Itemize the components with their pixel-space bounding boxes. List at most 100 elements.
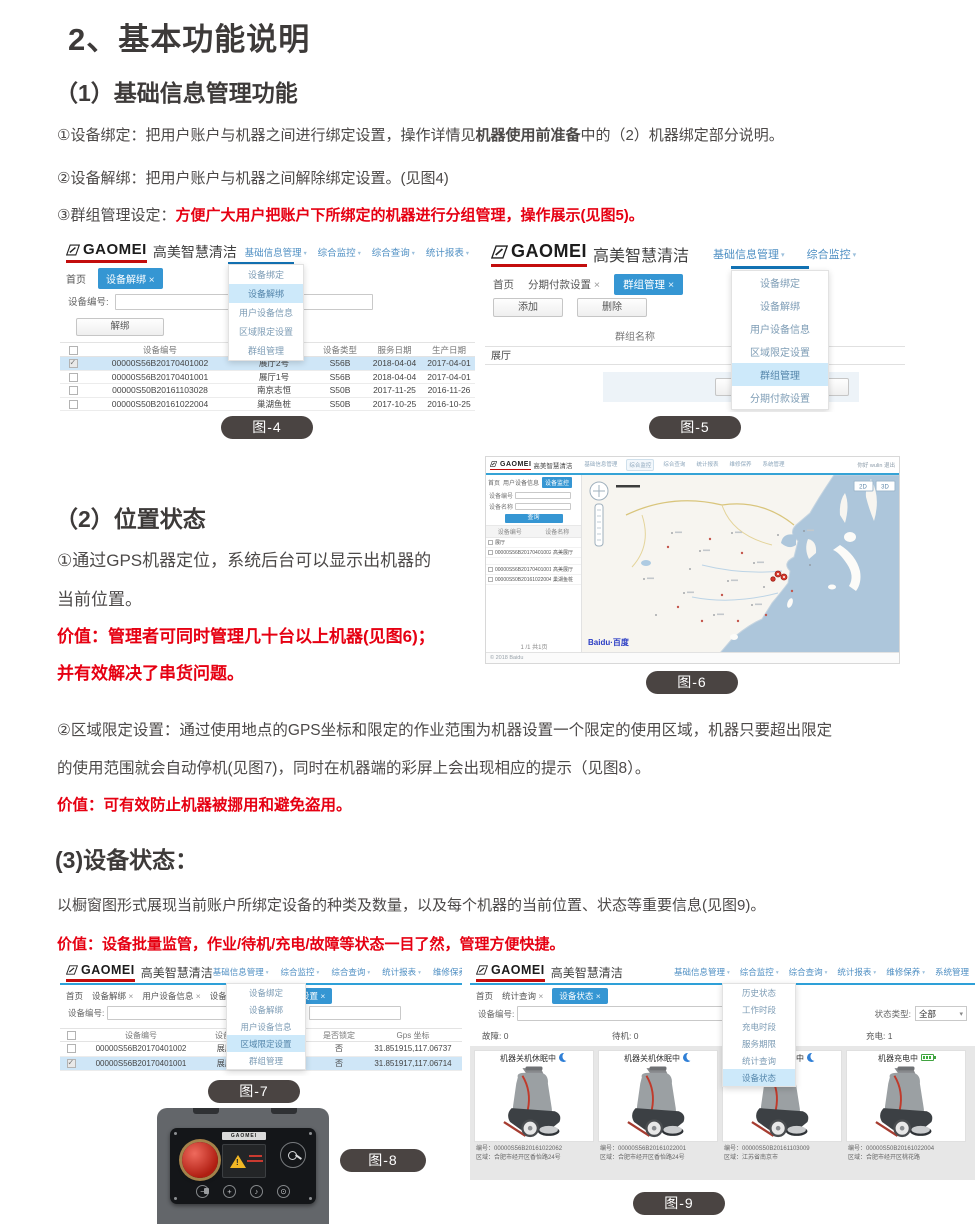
- plus-button[interactable]: [223, 1185, 236, 1198]
- group-row[interactable]: 展厅: [486, 538, 581, 548]
- nav-query[interactable]: 综合查询: [661, 459, 687, 471]
- menu-device-unbind[interactable]: 设备解绑: [227, 1001, 305, 1018]
- menu-device-unbind[interactable]: 设备解绑: [732, 294, 828, 317]
- tab-device-unbind[interactable]: 设备解绑: [98, 268, 163, 289]
- nav-basic-info[interactable]: 基础信息管理: [713, 246, 785, 262]
- tab-device-status[interactable]: 设备状态: [552, 988, 607, 1004]
- group-checkbox[interactable]: [488, 540, 493, 545]
- menu-history-status[interactable]: 历史状态: [723, 984, 795, 1001]
- search-button[interactable]: 查询: [505, 514, 563, 523]
- menu-service-term[interactable]: 服务期限: [723, 1035, 795, 1052]
- nav-basic-info[interactable]: 基础信息管理: [245, 245, 307, 259]
- status-type-select[interactable]: 全部: [915, 1006, 967, 1021]
- device-row[interactable]: 00000S50B20161022004巢湖鱼桩: [486, 575, 581, 585]
- nav-query[interactable]: 综合查询: [372, 245, 415, 259]
- power-button[interactable]: [277, 1185, 290, 1198]
- nav-basic-info[interactable]: 基础信息管理: [582, 459, 619, 471]
- menu-work-period[interactable]: 工作时段: [723, 1001, 795, 1018]
- col-locked: 是否锁定: [314, 1029, 364, 1042]
- menu-device-bind[interactable]: 设备绑定: [229, 265, 303, 284]
- nav-reports[interactable]: 统计报表: [382, 966, 421, 978]
- nav-monitoring[interactable]: 综合监控: [318, 245, 361, 259]
- map-canvas[interactable]: 2D 3D Baidu·百度: [582, 475, 900, 653]
- key-switch-button[interactable]: [280, 1142, 306, 1168]
- row-checkbox[interactable]: [488, 567, 493, 572]
- menu-charge-period[interactable]: 充电时段: [723, 1018, 795, 1035]
- menu-group-manage[interactable]: 群组管理: [732, 363, 828, 386]
- table-row[interactable]: 00000S50B20161022004巢湖鱼桩S50B2017-10-2520…: [60, 397, 475, 411]
- menu-device-bind[interactable]: 设备绑定: [732, 271, 828, 294]
- menu-user-device-info[interactable]: 用户设备信息: [229, 303, 303, 322]
- table-row[interactable]: 00000S56B20170401001展厅1号S56B2018-04-0420…: [60, 370, 475, 384]
- menu-group-manage[interactable]: 群组管理: [229, 341, 303, 360]
- row-checkbox[interactable]: [67, 1044, 76, 1053]
- row-checkbox[interactable]: [488, 550, 493, 555]
- delete-button[interactable]: 删除: [577, 298, 647, 317]
- tab-device-unbind[interactable]: 设备解绑: [92, 990, 133, 1002]
- horn-button[interactable]: [250, 1185, 263, 1198]
- unbind-button[interactable]: 解绑: [76, 318, 164, 336]
- tab-stat-query[interactable]: 统计查询: [502, 990, 543, 1002]
- select-all-checkbox[interactable]: [69, 346, 78, 355]
- row-checkbox[interactable]: [67, 1059, 76, 1068]
- device-row[interactable]: 00000S56B20170401002高美展厅: [486, 548, 581, 558]
- tab-home[interactable]: 首页: [488, 478, 500, 487]
- nav-maintenance[interactable]: 维修保养: [433, 966, 462, 978]
- menu-installment[interactable]: 分期付款设置: [732, 386, 828, 409]
- tab-home[interactable]: 首页: [66, 271, 86, 286]
- device-name-input[interactable]: [309, 1006, 401, 1020]
- device-name-input[interactable]: [515, 503, 571, 510]
- nav-system[interactable]: 系统管理: [935, 966, 969, 978]
- menu-user-device-info[interactable]: 用户设备信息: [732, 317, 828, 340]
- tab-home[interactable]: 首页: [66, 990, 83, 1002]
- menu-area-limit[interactable]: 区域限定设置: [229, 322, 303, 341]
- menu-area-limit[interactable]: 区域限定设置: [732, 340, 828, 363]
- menu-group-manage[interactable]: 群组管理: [227, 1052, 305, 1069]
- tab-group-manage[interactable]: 群组管理: [614, 274, 683, 295]
- menu-area-limit[interactable]: 区域限定设置: [227, 1035, 305, 1052]
- nav-basic-info[interactable]: 基础信息管理: [213, 966, 269, 978]
- nav-monitoring[interactable]: 综合监控: [281, 966, 320, 978]
- nav-reports[interactable]: 统计报表: [837, 966, 876, 978]
- device-name-label: 设备名称: [489, 502, 513, 511]
- add-button[interactable]: 添加: [493, 298, 563, 317]
- nav-maintenance[interactable]: 维修保养: [727, 459, 753, 471]
- device-card[interactable]: 机器关机休眠中 编号：00000S56B20161022062区域：合肥市经开区…: [474, 1050, 594, 1176]
- nav-maintenance[interactable]: 维修保养: [886, 966, 925, 978]
- tab-installment[interactable]: 分期付款设置: [528, 277, 600, 292]
- nav-monitoring[interactable]: 综合监控: [626, 459, 654, 471]
- row-checkbox[interactable]: [69, 386, 78, 395]
- nav-monitoring[interactable]: 综合监控: [740, 966, 779, 978]
- tab-home[interactable]: 首页: [493, 277, 514, 292]
- select-all-checkbox[interactable]: [67, 1031, 76, 1040]
- nav-system[interactable]: 系统管理: [760, 459, 786, 471]
- user-greeting[interactable]: 你好 wulin 退出: [857, 461, 895, 469]
- menu-user-device-info[interactable]: 用户设备信息: [227, 1018, 305, 1035]
- table-row[interactable]: 00000S50B20161103028南京志恒S50B2017-11-2520…: [60, 384, 475, 398]
- tab-home[interactable]: 首页: [476, 990, 493, 1002]
- device-card[interactable]: 机器关机休眠中 编号：00000S56B20161022001区域：合肥市经开区…: [598, 1050, 718, 1176]
- device-id-input[interactable]: [515, 492, 571, 499]
- device-row[interactable]: 00000S56B20170401001高美展厅: [486, 565, 581, 575]
- device-card[interactable]: 机器充电中 编号：00000S50B20161022004区域：合肥市经开区桃花…: [846, 1050, 966, 1176]
- group-row[interactable]: 展厅: [485, 346, 905, 365]
- tab-user-device-info[interactable]: 用户设备信息: [503, 478, 539, 487]
- row-checkbox[interactable]: [69, 359, 78, 368]
- nav-reports[interactable]: 统计报表: [426, 245, 469, 259]
- tab-device-monitor[interactable]: 设备监控: [542, 477, 572, 488]
- emergency-stop-button[interactable]: [182, 1142, 218, 1178]
- row-checkbox[interactable]: [69, 400, 78, 409]
- menu-device-bind[interactable]: 设备绑定: [227, 984, 305, 1001]
- nav-basic-info[interactable]: 基础信息管理: [674, 966, 730, 978]
- tab-user-device-info[interactable]: 用户设备信息: [142, 990, 200, 1002]
- pagination[interactable]: 1 /1 共1页: [486, 642, 582, 651]
- nav-reports[interactable]: 统计报表: [694, 459, 720, 471]
- menu-stat-query[interactable]: 统计查询: [723, 1052, 795, 1069]
- row-checkbox[interactable]: [69, 373, 78, 382]
- nav-query[interactable]: 综合查询: [789, 966, 828, 978]
- menu-device-status[interactable]: 设备状态: [723, 1069, 795, 1086]
- nav-query[interactable]: 综合查询: [331, 966, 370, 978]
- menu-device-unbind[interactable]: 设备解绑: [229, 284, 303, 303]
- row-checkbox[interactable]: [488, 577, 493, 582]
- nav-monitoring[interactable]: 综合监控: [807, 246, 857, 262]
